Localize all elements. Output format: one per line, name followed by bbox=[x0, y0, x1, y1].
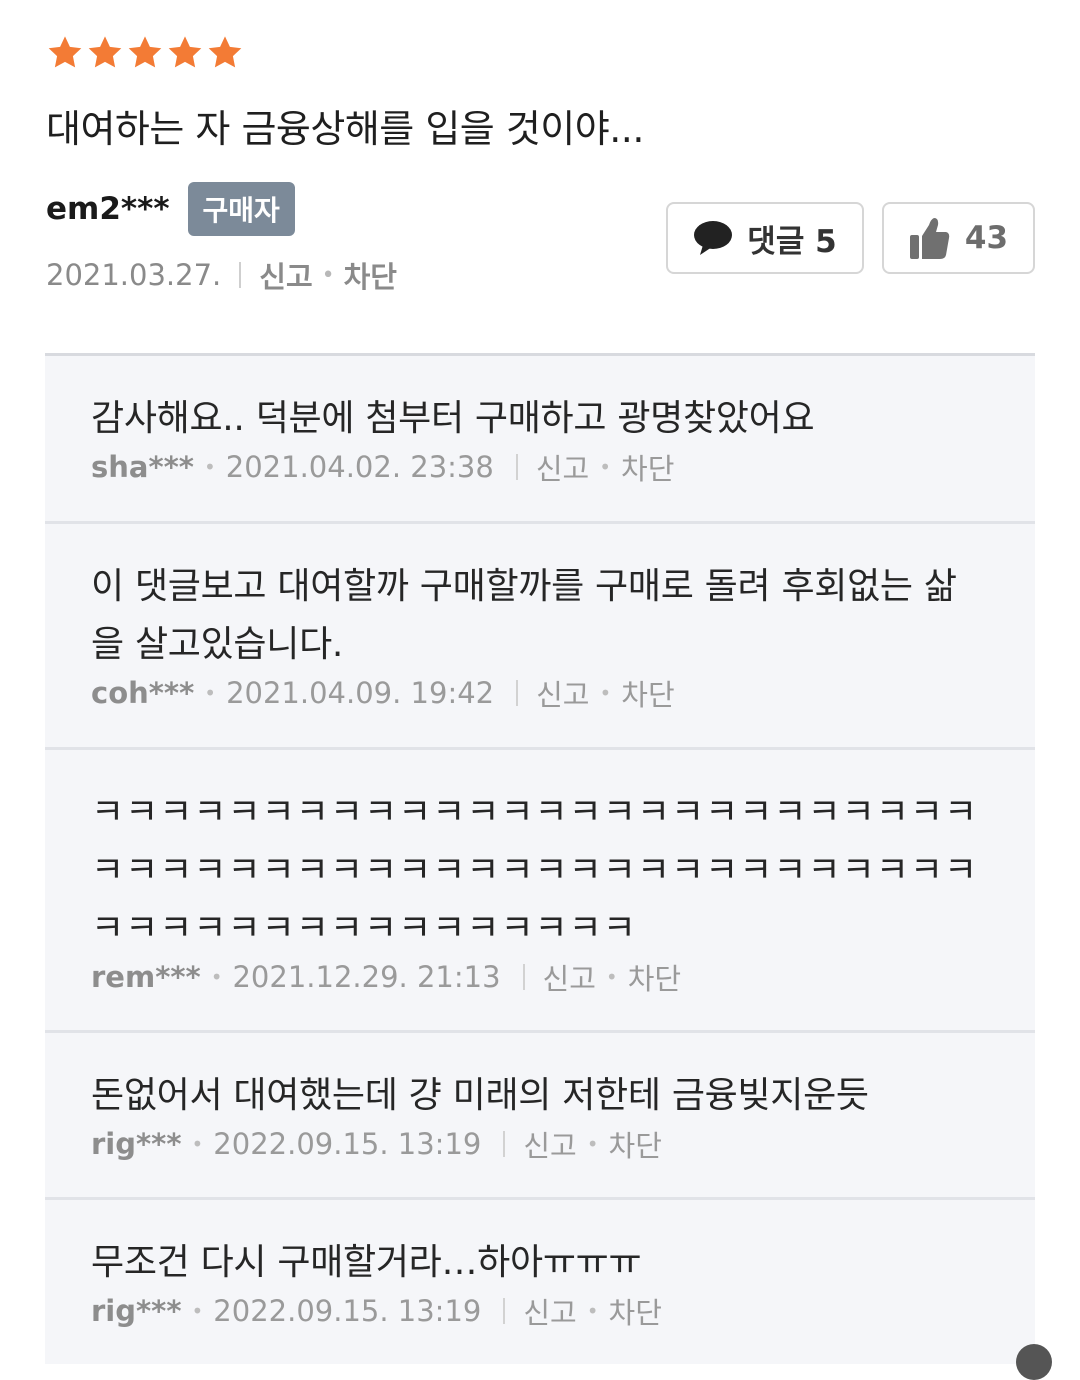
dot-separator: • bbox=[321, 262, 335, 288]
comment-text: 이 댓글보고 대여할까 구매할까를 구매로 돌려 후회없는 삶을 살고있습니다. bbox=[91, 566, 957, 665]
comment-text: ㅋㅋㅋㅋㅋㅋㅋㅋㅋㅋㅋㅋㅋㅋㅋㅋㅋㅋㅋㅋㅋㅋㅋㅋㅋㅋㅋㅋㅋㅋㅋㅋㅋㅋㅋㅋㅋㅋㅋㅋ… bbox=[91, 792, 979, 949]
divider bbox=[522, 964, 525, 990]
report-link[interactable]: 신고 bbox=[523, 1290, 576, 1332]
comment-meta: rig*** • 2022.09.15. 13:19 신고 • 차단 bbox=[91, 1121, 989, 1167]
floating-button-edge[interactable] bbox=[1016, 1344, 1052, 1380]
comment-item: 감사해요.. 덕분에 첨부터 구매하고 광명찾았어요 sha*** • 2021… bbox=[45, 356, 1035, 524]
speech-bubble-icon bbox=[693, 220, 733, 256]
review-card: 대여하는 자 금융상해를 입을 것이야... em2*** 구매자 2021.0… bbox=[0, 0, 1080, 355]
divider bbox=[503, 1298, 506, 1324]
block-link[interactable]: 차단 bbox=[621, 672, 674, 714]
dot-separator: • bbox=[203, 455, 216, 479]
comment-meta: rem*** • 2021.12.29. 21:13 신고 • 차단 bbox=[91, 954, 989, 1000]
comment-author: rig*** bbox=[91, 1127, 182, 1161]
comment-datetime: 2021.04.02. 23:38 bbox=[225, 450, 494, 484]
block-link[interactable]: 차단 bbox=[609, 1290, 662, 1332]
report-link[interactable]: 신고 bbox=[536, 446, 589, 488]
comment-datetime: 2021.12.29. 21:13 bbox=[232, 960, 501, 994]
report-link[interactable]: 신고 bbox=[543, 956, 596, 998]
comment-meta: sha*** • 2021.04.02. 23:38 신고 • 차단 bbox=[91, 444, 989, 490]
dot-separator: • bbox=[599, 681, 612, 705]
dot-separator: • bbox=[210, 965, 223, 989]
star-rating bbox=[46, 34, 244, 72]
star-icon bbox=[166, 34, 204, 72]
comment-text: 감사해요.. 덕분에 첨부터 구매하고 광명찾았어요 bbox=[91, 398, 815, 439]
divider bbox=[515, 454, 518, 480]
comments-button[interactable]: 댓글 5 bbox=[666, 202, 864, 274]
dot-separator: • bbox=[191, 1132, 204, 1156]
comment-item: 무조건 다시 구매할거라…하아ㅠㅠㅠ rig*** • 2022.09.15. … bbox=[45, 1200, 1035, 1364]
comment-meta: rig*** • 2022.09.15. 13:19 신고 • 차단 bbox=[91, 1288, 989, 1334]
block-link[interactable]: 차단 bbox=[609, 1123, 662, 1165]
divider bbox=[239, 262, 242, 288]
comment-author: coh*** bbox=[91, 676, 195, 710]
block-link[interactable]: 차단 bbox=[628, 956, 681, 998]
comment-author: rem*** bbox=[91, 960, 201, 994]
comment-author: sha*** bbox=[91, 450, 194, 484]
divider bbox=[516, 680, 519, 706]
report-link[interactable]: 신고 bbox=[523, 1123, 576, 1165]
star-icon bbox=[126, 34, 164, 72]
dot-separator: • bbox=[605, 965, 618, 989]
report-link[interactable]: 신고 bbox=[536, 672, 589, 714]
comment-list: 감사해요.. 덕분에 첨부터 구매하고 광명찾았어요 sha*** • 2021… bbox=[45, 353, 1035, 1364]
review-author: em2*** bbox=[46, 191, 170, 227]
star-icon bbox=[206, 34, 244, 72]
comment-datetime: 2022.09.15. 13:19 bbox=[213, 1294, 482, 1328]
comment-datetime: 2022.09.15. 13:19 bbox=[213, 1127, 482, 1161]
report-link[interactable]: 신고 bbox=[259, 254, 312, 296]
block-link[interactable]: 차단 bbox=[344, 254, 397, 296]
comment-text: 무조건 다시 구매할거라…하아ㅠㅠㅠ bbox=[91, 1242, 642, 1283]
thumbs-up-icon bbox=[909, 216, 951, 260]
comment-datetime: 2021.04.09. 19:42 bbox=[226, 676, 495, 710]
review-author-row: em2*** 구매자 bbox=[46, 182, 295, 236]
dot-separator: • bbox=[204, 681, 217, 705]
comment-meta: coh*** • 2021.04.09. 19:42 신고 • 차단 bbox=[91, 670, 989, 716]
divider bbox=[503, 1131, 506, 1157]
comment-text: 돈없어서 대여했는데 걍 미래의 저한테 금융빚지운듯 bbox=[91, 1075, 869, 1116]
star-icon bbox=[86, 34, 124, 72]
comment-item: 이 댓글보고 대여할까 구매할까를 구매로 돌려 후회없는 삶을 살고있습니다.… bbox=[45, 524, 1035, 750]
comment-item: ㅋㅋㅋㅋㅋㅋㅋㅋㅋㅋㅋㅋㅋㅋㅋㅋㅋㅋㅋㅋㅋㅋㅋㅋㅋㅋㅋㅋㅋㅋㅋㅋㅋㅋㅋㅋㅋㅋㅋㅋ… bbox=[45, 750, 1035, 1033]
review-meta: 2021.03.27. 신고 • 차단 bbox=[46, 254, 397, 296]
block-link[interactable]: 차단 bbox=[621, 446, 674, 488]
buyer-badge: 구매자 bbox=[187, 182, 295, 236]
dot-separator: • bbox=[191, 1299, 204, 1323]
comments-button-label: 댓글 5 bbox=[747, 223, 837, 260]
dot-separator: • bbox=[586, 1132, 599, 1156]
dot-separator: • bbox=[599, 455, 612, 479]
review-date: 2021.03.27. bbox=[46, 258, 222, 292]
star-icon bbox=[46, 34, 84, 72]
dot-separator: • bbox=[586, 1299, 599, 1323]
review-title: 대여하는 자 금융상해를 입을 것이야... bbox=[46, 107, 644, 151]
like-count: 43 bbox=[964, 220, 1009, 256]
like-button[interactable]: 43 bbox=[882, 202, 1035, 274]
comment-author: rig*** bbox=[91, 1294, 182, 1328]
comment-item: 돈없어서 대여했는데 걍 미래의 저한테 금융빚지운듯 rig*** • 202… bbox=[45, 1033, 1035, 1200]
